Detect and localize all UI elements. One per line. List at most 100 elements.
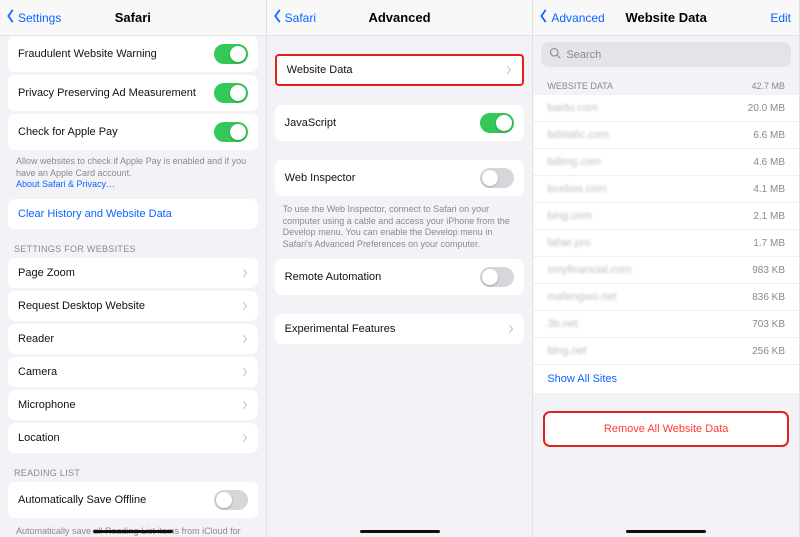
cell-label: Web Inspector — [285, 172, 356, 184]
cell-label: Automatically Save Offline — [18, 494, 146, 506]
cell-label: Fraudulent Website Warning — [18, 48, 157, 60]
website-data-row[interactable]: baidu.com 20.0 MB — [533, 95, 799, 122]
toggle-switch[interactable] — [214, 44, 248, 64]
size-label: 4.1 MB — [753, 184, 785, 195]
toggle-switch[interactable] — [214, 83, 248, 103]
auto-save-offline-row[interactable]: Automatically Save Offline — [8, 482, 258, 518]
about-privacy-link[interactable]: About Safari & Privacy… — [16, 179, 115, 189]
home-indicator — [360, 530, 440, 533]
cell-label: Request Desktop Website — [18, 300, 145, 312]
website-data-pane: Advanced Website Data Edit Search WEBSIT… — [533, 0, 800, 537]
chevron-right-icon — [242, 433, 248, 443]
size-label: 1.7 MB — [753, 238, 785, 249]
chevron-right-icon — [242, 301, 248, 311]
chevron-right-icon — [242, 268, 248, 278]
remove-all-website-data-button[interactable]: Remove All Website Data — [543, 411, 789, 447]
experimental-features-row[interactable]: Experimental Features — [275, 314, 525, 344]
remote-automation-row[interactable]: Remote Automation — [275, 259, 525, 295]
safari-settings-pane: Settings Safari Fraudulent Website Warni… — [0, 0, 267, 537]
request-desktop-row[interactable]: Request Desktop Website — [8, 291, 258, 321]
back-button[interactable]: Safari — [273, 9, 316, 26]
section-header: SETTINGS FOR WEBSITES — [8, 234, 258, 258]
domain-label: fafae.pro — [547, 237, 590, 249]
size-label: 836 KB — [752, 292, 785, 303]
privacy-ad-row[interactable]: Privacy Preserving Ad Measurement — [8, 75, 258, 111]
cell-label: Check for Apple Pay — [18, 126, 118, 138]
reader-row[interactable]: Reader — [8, 324, 258, 354]
domain-label: bcebos.com — [547, 183, 606, 195]
back-button[interactable]: Settings — [6, 9, 61, 26]
navbar: Advanced Website Data Edit — [533, 0, 799, 36]
back-button[interactable]: Advanced — [539, 9, 604, 26]
javascript-row[interactable]: JavaScript — [275, 105, 525, 141]
home-indicator — [626, 530, 706, 533]
microphone-row[interactable]: Microphone — [8, 390, 258, 420]
cell-label: JavaScript — [285, 117, 336, 129]
website-data-row[interactable]: fafae.pro 1.7 MB — [533, 230, 799, 257]
cell-label: Remote Automation — [285, 271, 382, 283]
size-label: 6.6 MB — [753, 130, 785, 141]
website-data-list: baidu.com 20.0 MB bdstatic.com 6.6 MB bdimg.… — [533, 95, 799, 365]
website-data-row[interactable]: bdimg.com4.6 MB — [533, 149, 799, 176]
cell-label: Camera — [18, 366, 57, 378]
header-total: 42.7 MB — [751, 81, 785, 91]
size-label: 703 KB — [752, 319, 785, 330]
toggle-switch[interactable] — [214, 490, 248, 510]
website-data-row[interactable]: mafengwo.net836 KB — [533, 284, 799, 311]
chevron-right-icon — [508, 324, 514, 334]
website-data-row[interactable]: bing.net256 KB — [533, 338, 799, 365]
cell-label: Page Zoom — [18, 267, 75, 279]
size-label: 20.0 MB — [748, 103, 785, 114]
toggle-switch[interactable] — [480, 267, 514, 287]
domain-label: bing.com — [547, 210, 592, 222]
website-data-row[interactable]: bdstatic.com 6.6 MB — [533, 122, 799, 149]
page-zoom-row[interactable]: Page Zoom — [8, 258, 258, 288]
domain-label: baidu.com — [547, 102, 598, 114]
toggle-switch[interactable] — [480, 168, 514, 188]
domain-label: bdstatic.com — [547, 129, 609, 141]
chevron-right-icon — [242, 400, 248, 410]
toggle-switch[interactable] — [214, 122, 248, 142]
website-data-row[interactable]: bing.com 2.1 MB — [533, 203, 799, 230]
size-label: 4.6 MB — [753, 157, 785, 168]
search-input[interactable]: Search — [541, 42, 791, 67]
size-label: 983 KB — [752, 265, 785, 276]
website-data-row[interactable]: smyfinancial.com 983 KB — [533, 257, 799, 284]
footnote-text: Allow websites to check if Apple Pay is … — [16, 156, 246, 178]
advanced-pane: Safari Advanced Website Data JavaScript … — [267, 0, 534, 537]
search-placeholder: Search — [566, 49, 601, 61]
home-indicator — [93, 530, 173, 533]
website-data-header: WEBSITE DATA 42.7 MB — [533, 73, 799, 95]
camera-row[interactable]: Camera — [8, 357, 258, 387]
cell-label: Privacy Preserving Ad Measurement — [18, 87, 196, 99]
website-data-row[interactable]: 3b.net703 KB — [533, 311, 799, 338]
page-title: Advanced — [368, 10, 430, 25]
toggle-switch[interactable] — [480, 113, 514, 133]
size-label: 2.1 MB — [753, 211, 785, 222]
domain-label: bing.net — [547, 345, 586, 357]
apple-pay-row[interactable]: Check for Apple Pay — [8, 114, 258, 150]
location-row[interactable]: Location — [8, 423, 258, 453]
show-all-sites-button[interactable]: Show All Sites — [533, 365, 799, 393]
cell-label: Reader — [18, 333, 54, 345]
cell-label: Location — [18, 432, 60, 444]
header-label: WEBSITE DATA — [547, 81, 613, 91]
website-data-row[interactable]: Website Data — [275, 54, 525, 86]
fraud-warning-row[interactable]: Fraudulent Website Warning — [8, 36, 258, 72]
chevron-right-icon — [242, 334, 248, 344]
page-title: Website Data — [625, 10, 706, 25]
search-icon — [549, 47, 566, 62]
website-data-row[interactable]: bcebos.com 4.1 MB — [533, 176, 799, 203]
cell-label: Microphone — [18, 399, 75, 411]
clear-history-button[interactable]: Clear History and Website Data — [8, 199, 258, 229]
cell-label: Website Data — [287, 64, 353, 76]
web-inspector-row[interactable]: Web Inspector — [275, 160, 525, 196]
domain-label: smyfinancial.com — [547, 264, 631, 276]
back-label: Settings — [18, 11, 61, 25]
chevron-right-icon — [242, 367, 248, 377]
edit-button[interactable]: Edit — [770, 11, 791, 25]
cell-label: Clear History and Website Data — [18, 208, 172, 220]
chevron-left-icon — [539, 9, 551, 26]
back-label: Safari — [285, 11, 316, 25]
chevron-left-icon — [6, 9, 18, 26]
